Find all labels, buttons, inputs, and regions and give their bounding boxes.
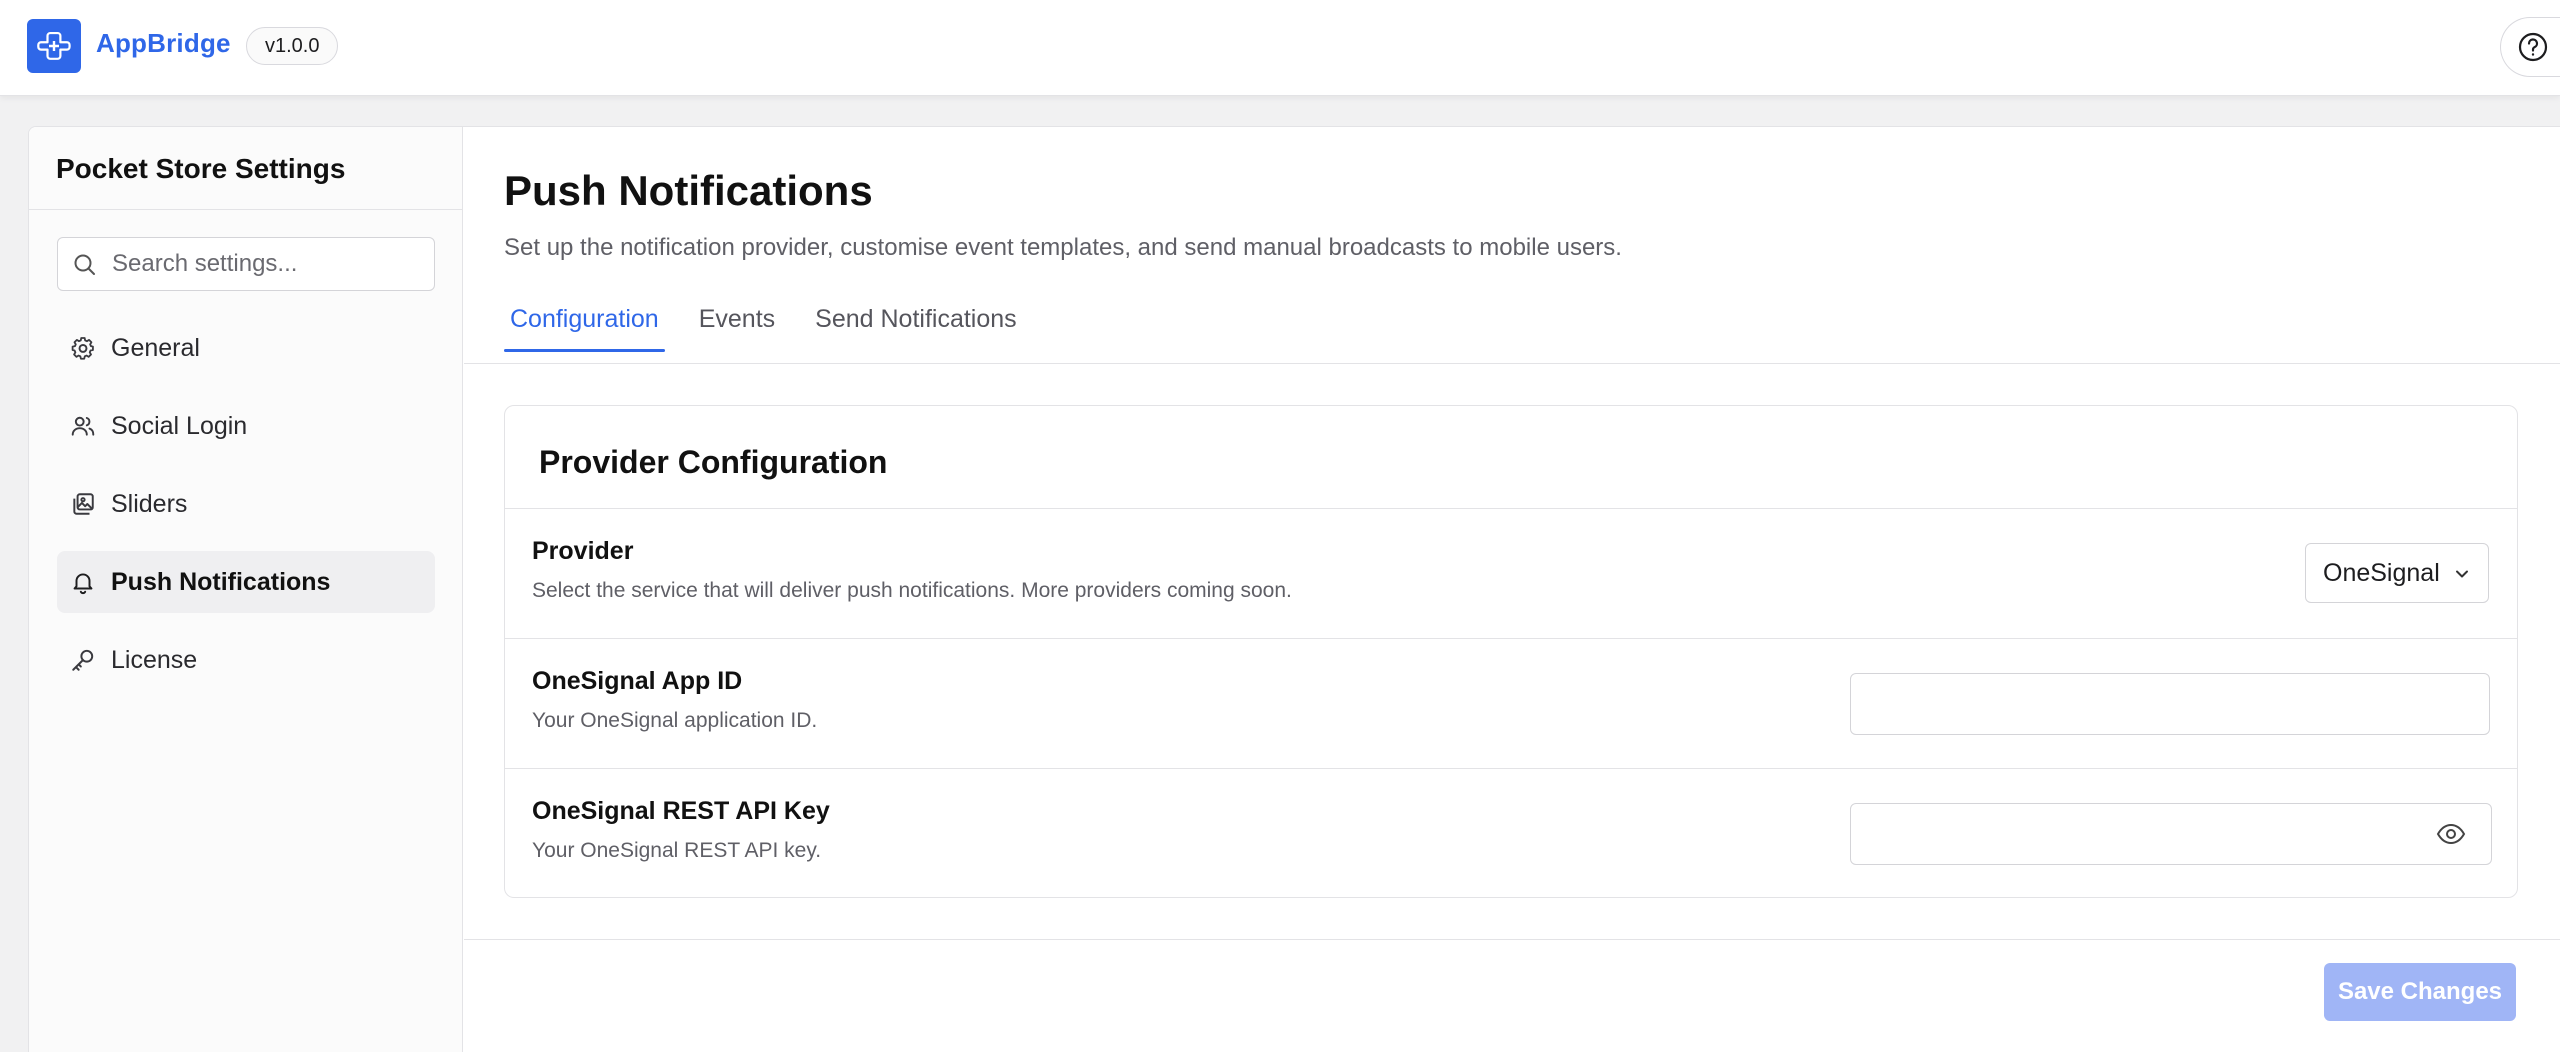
sidebar-item-label: General xyxy=(111,333,200,362)
tab-send-notifications[interactable]: Send Notifications xyxy=(809,287,1023,351)
sidebar-item-sliders[interactable]: Sliders xyxy=(57,473,435,535)
search-box xyxy=(57,237,435,291)
sidebar-item-label: Sliders xyxy=(111,489,188,518)
footer-divider xyxy=(464,939,2560,940)
save-changes-button[interactable]: Save Changes xyxy=(2324,963,2516,1021)
app-id-row: OneSignal App ID Your OneSignal applicat… xyxy=(505,638,2517,768)
tabs-divider xyxy=(464,363,2560,364)
help-icon xyxy=(2518,32,2548,62)
provider-select[interactable]: OneSignal xyxy=(2305,543,2489,603)
eye-icon[interactable] xyxy=(2435,821,2467,847)
sidebar-item-label: Push Notifications xyxy=(111,567,331,596)
sidebar-item-label: License xyxy=(111,645,198,674)
api-key-label: OneSignal REST API Key xyxy=(532,797,830,825)
provider-row: Provider Select the service that will de… xyxy=(505,508,2517,638)
tab-configuration[interactable]: Configuration xyxy=(504,287,665,352)
sidebar: Pocket Store Settings General xyxy=(29,127,463,1052)
sidebar-item-general[interactable]: General xyxy=(57,317,435,379)
sidebar-divider xyxy=(29,209,463,210)
app-id-input[interactable] xyxy=(1850,673,2490,735)
page-title: Push Notifications xyxy=(504,167,873,214)
sidebar-item-license[interactable]: License xyxy=(57,629,435,691)
settings-shell: Pocket Store Settings General xyxy=(28,126,2560,1052)
tab-events[interactable]: Events xyxy=(693,287,781,351)
chevron-down-icon xyxy=(2456,570,2468,578)
search-input[interactable] xyxy=(112,238,422,290)
panel-title: Provider Configuration xyxy=(539,444,888,480)
provider-description: Select the service that will deliver pus… xyxy=(532,579,1292,602)
sidebar-title: Pocket Store Settings xyxy=(56,153,346,184)
users-icon xyxy=(69,412,97,440)
provider-select-value: OneSignal xyxy=(2323,558,2440,587)
sidebar-item-push-notifications[interactable]: Push Notifications xyxy=(57,551,435,613)
search-icon xyxy=(74,254,95,275)
bell-icon xyxy=(69,568,97,596)
sidebar-nav: General Social Login Sliders Push Notifi… xyxy=(57,317,435,707)
images-icon xyxy=(69,490,97,518)
sidebar-item-label: Social Login xyxy=(111,411,248,440)
page-subtitle: Set up the notification provider, custom… xyxy=(504,234,1622,261)
api-key-input[interactable] xyxy=(1850,803,2492,865)
top-bar: AppBridge v1.0.0 xyxy=(0,0,2560,96)
help-button[interactable] xyxy=(2500,17,2560,77)
sidebar-item-social-login[interactable]: Social Login xyxy=(57,395,435,457)
app-id-label: OneSignal App ID xyxy=(532,667,743,695)
tab-bar: Configuration Events Send Notifications xyxy=(504,287,1051,352)
brand-name: AppBridge xyxy=(96,28,231,58)
api-key-description: Your OneSignal REST API key. xyxy=(532,839,822,862)
main-content: Push Notifications Set up the notificati… xyxy=(464,127,2560,1052)
appbridge-logo-icon xyxy=(27,19,81,73)
api-key-row: OneSignal REST API Key Your OneSignal RE… xyxy=(505,768,2517,898)
key-icon xyxy=(69,646,97,674)
app-id-description: Your OneSignal application ID. xyxy=(532,709,818,732)
provider-label: Provider xyxy=(532,537,634,565)
gear-icon xyxy=(69,334,97,362)
version-badge: v1.0.0 xyxy=(246,27,339,65)
provider-configuration-panel: Provider Configuration Provider Select t… xyxy=(504,405,2518,898)
